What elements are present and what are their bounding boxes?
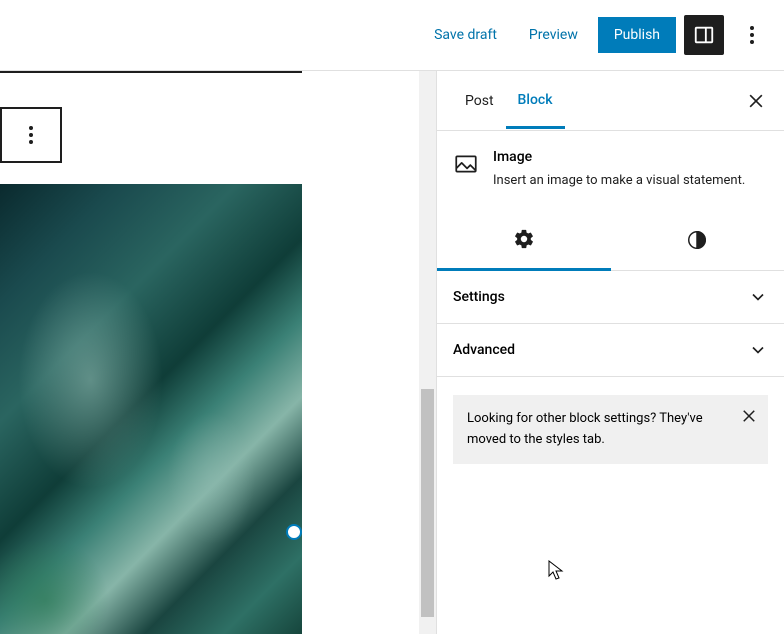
panel-settings-label: Settings (453, 289, 505, 305)
more-icon (750, 26, 754, 44)
sidebar-icon (693, 24, 715, 46)
block-toolbar-more[interactable] (0, 107, 62, 163)
image-icon (453, 151, 479, 177)
block-description: Insert an image to make a visual stateme… (493, 171, 745, 192)
subtab-styles[interactable] (611, 210, 784, 270)
tab-block[interactable]: Block (506, 74, 565, 129)
options-button[interactable] (732, 15, 772, 55)
settings-sidebar: Post Block Image Insert an image to make… (436, 71, 784, 634)
sidebar-tabs: Post Block (437, 71, 784, 131)
image-preview (0, 184, 302, 634)
resize-handle-right[interactable] (286, 524, 302, 540)
scrollbar-thumb[interactable] (421, 389, 434, 617)
panel-advanced[interactable]: Advanced (437, 324, 784, 377)
preview-button[interactable]: Preview (517, 19, 590, 51)
close-icon (746, 91, 766, 111)
notice-text: Looking for other block settings? They'v… (467, 409, 754, 451)
tab-post[interactable]: Post (453, 75, 506, 127)
close-sidebar-button[interactable] (744, 89, 768, 113)
sidebar-toggle-button[interactable] (684, 15, 724, 55)
dismiss-notice-button[interactable] (740, 407, 758, 425)
block-outline (0, 71, 302, 73)
close-icon (740, 407, 758, 425)
panel-settings[interactable]: Settings (437, 271, 784, 324)
image-block[interactable] (0, 184, 302, 634)
canvas-scrollbar[interactable] (419, 71, 436, 634)
save-draft-button[interactable]: Save draft (422, 19, 509, 51)
block-title: Image (493, 149, 745, 165)
publish-button[interactable]: Publish (598, 17, 676, 53)
editor-canvas[interactable] (0, 71, 419, 634)
panel-advanced-label: Advanced (453, 342, 515, 358)
chevron-down-icon (748, 340, 768, 360)
contrast-icon (686, 229, 708, 251)
gear-icon (513, 228, 535, 250)
more-icon (29, 126, 33, 144)
editor-topbar: Save draft Preview Publish (0, 0, 784, 71)
block-info: Image Insert an image to make a visual s… (437, 131, 784, 210)
chevron-down-icon (748, 287, 768, 307)
inspector-subtabs (437, 210, 784, 271)
styles-moved-notice: Looking for other block settings? They'v… (453, 395, 768, 465)
subtab-settings[interactable] (437, 210, 611, 271)
